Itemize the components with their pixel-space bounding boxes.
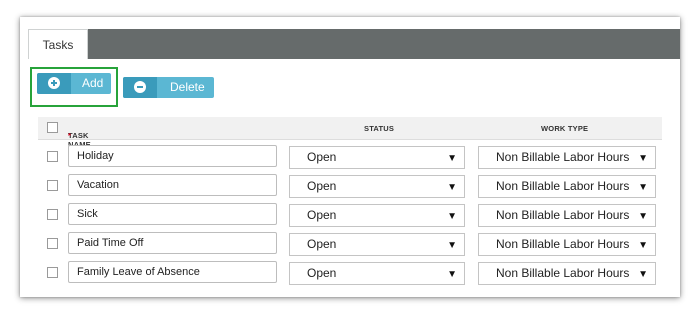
status-select[interactable]: Open ▼ — [289, 262, 465, 285]
status-select[interactable]: Open ▼ — [289, 146, 465, 169]
tasks-panel: Tasks Add Delete TASK NAME* STATUS WORK … — [20, 17, 680, 297]
table-row: Holiday Open ▼ Non Billable Labor Hours … — [38, 142, 662, 171]
status-select[interactable]: Open ▼ — [289, 204, 465, 227]
dropdown-arrow-icon: ▼ — [635, 148, 648, 168]
work-type-select[interactable]: Non Billable Labor Hours ▼ — [478, 175, 656, 198]
task-name-input[interactable]: Family Leave of Absence — [68, 261, 277, 283]
tasks-table: TASK NAME* STATUS WORK TYPE Holiday Open… — [38, 117, 662, 297]
tab-tasks[interactable]: Tasks — [28, 29, 88, 59]
tab-bar: Tasks — [28, 29, 680, 59]
row-checkbox[interactable] — [47, 267, 58, 278]
dropdown-arrow-icon: ▼ — [635, 235, 648, 255]
work-type-select[interactable]: Non Billable Labor Hours ▼ — [478, 204, 656, 227]
task-name-input[interactable]: Vacation — [68, 174, 277, 196]
dropdown-arrow-icon: ▼ — [447, 269, 457, 280]
row-checkbox[interactable] — [47, 180, 58, 191]
dropdown-arrow-icon: ▼ — [635, 206, 648, 226]
add-button[interactable]: Add — [37, 73, 111, 94]
header-status: STATUS — [364, 124, 395, 133]
task-name-input[interactable]: Holiday — [68, 145, 277, 167]
header-work-type: WORK TYPE — [541, 124, 589, 133]
dropdown-arrow-icon: ▼ — [447, 153, 457, 164]
status-select[interactable]: Open ▼ — [289, 175, 465, 198]
plus-circle-icon — [37, 73, 71, 94]
work-type-select[interactable]: Non Billable Labor Hours ▼ — [478, 262, 656, 285]
table-row: Vacation Open ▼ Non Billable Labor Hours… — [38, 171, 662, 200]
status-select[interactable]: Open ▼ — [289, 233, 465, 256]
dropdown-arrow-icon: ▼ — [447, 240, 457, 251]
row-checkbox[interactable] — [47, 209, 58, 220]
row-checkbox[interactable] — [47, 238, 58, 249]
delete-button[interactable]: Delete — [123, 77, 214, 98]
minus-circle-icon — [123, 77, 157, 98]
dropdown-arrow-icon: ▼ — [635, 177, 648, 197]
add-button-label: Add — [82, 76, 104, 90]
work-type-select[interactable]: Non Billable Labor Hours ▼ — [478, 146, 656, 169]
dropdown-arrow-icon: ▼ — [447, 182, 457, 193]
task-name-input[interactable]: Sick — [68, 203, 277, 225]
table-row: Paid Time Off Open ▼ Non Billable Labor … — [38, 229, 662, 258]
delete-button-label: Delete — [170, 80, 205, 94]
table-header: TASK NAME* STATUS WORK TYPE — [38, 117, 662, 149]
row-checkbox[interactable] — [47, 151, 58, 162]
required-marker: * — [68, 131, 72, 140]
dropdown-arrow-icon: ▼ — [635, 264, 648, 284]
select-all-checkbox[interactable] — [47, 122, 58, 133]
task-name-input[interactable]: Paid Time Off — [68, 232, 277, 254]
table-row: Family Leave of Absence Open ▼ Non Billa… — [38, 258, 662, 287]
table-row: Sick Open ▼ Non Billable Labor Hours ▼ — [38, 200, 662, 229]
dropdown-arrow-icon: ▼ — [447, 211, 457, 222]
work-type-select[interactable]: Non Billable Labor Hours ▼ — [478, 233, 656, 256]
